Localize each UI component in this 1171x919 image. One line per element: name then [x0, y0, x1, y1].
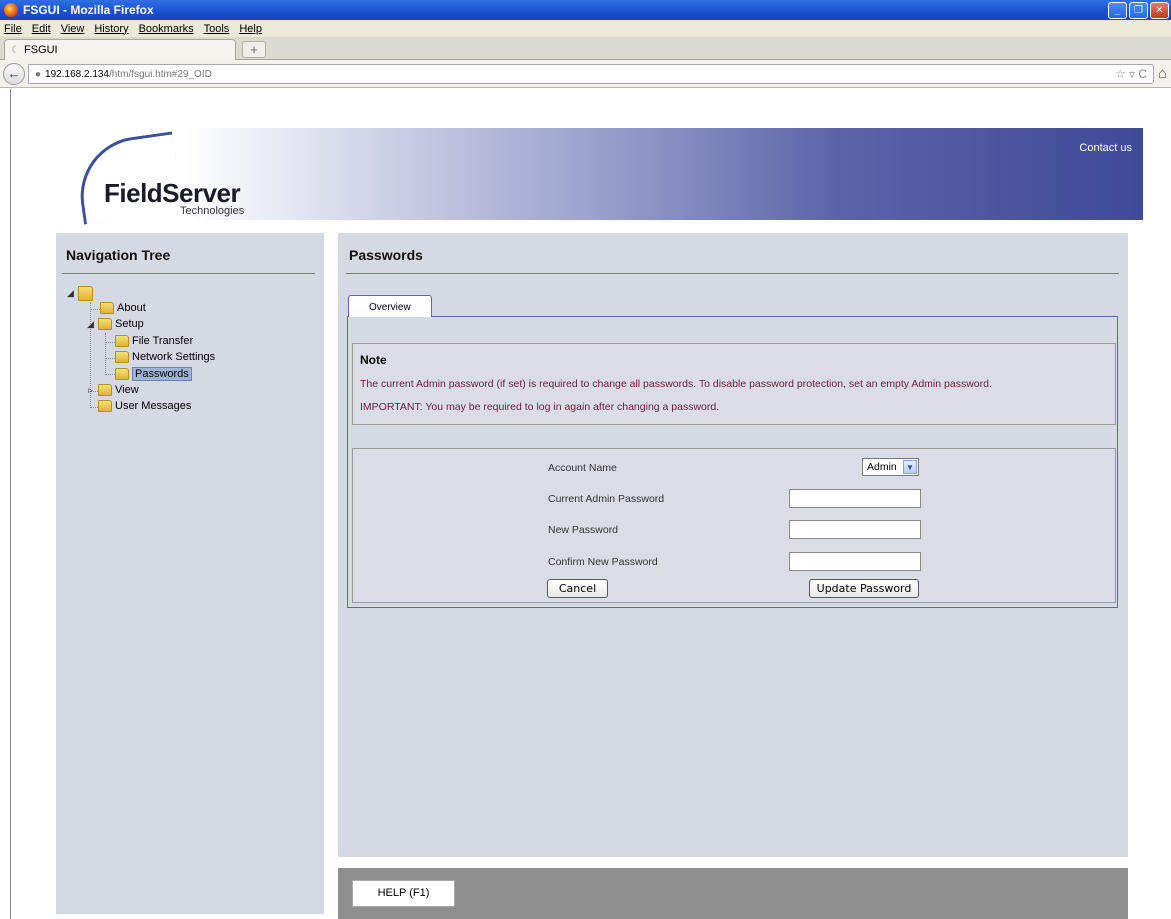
note-line-1: The current Admin password (if set) is r… [360, 378, 992, 390]
tree-root[interactable]: ◢ [66, 286, 93, 301]
menu-bar: File Edit View History Bookmarks Tools H… [0, 20, 1171, 37]
url-bar[interactable]: ● 192.168.2.134 /htm/fsgui.htm#29_OID ☆ … [28, 64, 1154, 84]
menu-tools[interactable]: Tools [204, 23, 230, 35]
tree-label-file-transfer: File Transfer [132, 335, 194, 347]
update-password-button[interactable]: Update Password [809, 579, 919, 598]
close-button[interactable]: ✕ [1150, 2, 1169, 19]
url-path: /htm/fsgui.htm#29_OID [109, 68, 212, 80]
folder-icon [100, 302, 114, 314]
new-password-input[interactable] [789, 520, 921, 539]
cancel-button[interactable]: Cancel [547, 579, 608, 598]
new-password-label: New Password [548, 524, 619, 536]
menu-view[interactable]: View [61, 23, 85, 35]
folder-icon [78, 286, 93, 301]
bookmark-star-icon[interactable]: ☆ ▿ C [1115, 67, 1147, 81]
tree-line [105, 333, 106, 375]
tab-strip: ☾ FSGUI + [0, 37, 1171, 60]
password-form [352, 448, 1116, 603]
expand-arrow-icon[interactable]: ▹ [86, 385, 95, 396]
note-box: Note The current Admin password (if set)… [352, 343, 1116, 425]
note-line-2: IMPORTANT: You may be required to log in… [360, 401, 720, 413]
contact-us-link[interactable]: Contact us [1079, 142, 1132, 154]
tree-label-network-settings: Network Settings [132, 351, 216, 363]
tree-item-file-transfer[interactable]: File Transfer [115, 335, 193, 347]
tree-label-about: About [117, 302, 146, 314]
restore-button[interactable]: ❐ [1129, 2, 1148, 19]
confirm-password-input[interactable] [789, 552, 921, 571]
tree-label-user-messages: User Messages [115, 400, 192, 412]
folder-icon [115, 351, 129, 363]
folder-icon [98, 318, 112, 330]
url-host: 192.168.2.134 [45, 68, 109, 80]
expand-arrow-icon[interactable]: ◢ [66, 288, 75, 299]
minimize-button[interactable]: _ [1108, 2, 1127, 19]
back-button[interactable]: ← [3, 63, 25, 85]
expand-arrow-icon[interactable]: ◢ [86, 319, 95, 330]
folder-icon [115, 335, 129, 347]
tab-loading-icon: ☾ [11, 44, 20, 56]
menu-edit[interactable]: Edit [32, 23, 51, 35]
help-bar [338, 868, 1128, 919]
tree-label-view: View [115, 384, 139, 396]
new-tab-button[interactable]: + [242, 41, 266, 58]
tree-item-user-messages[interactable]: User Messages [98, 400, 191, 412]
window-titlebar: FSGUI - Mozilla Firefox _ ❐ ✕ [0, 0, 1171, 20]
divider [346, 273, 1119, 274]
confirm-password-label: Confirm New Password [548, 556, 658, 568]
tab-overview[interactable]: Overview [348, 295, 432, 317]
tree-label-passwords: Passwords [132, 367, 192, 381]
tree-item-view[interactable]: ▹ View [86, 384, 139, 396]
account-name-value: Admin [867, 461, 897, 473]
note-heading: Note [360, 353, 387, 367]
tree-item-about[interactable]: About [100, 302, 146, 314]
current-password-label: Current Admin Password [548, 493, 665, 505]
tree-line [105, 374, 115, 375]
chevron-down-icon[interactable]: ▼ [903, 460, 917, 474]
menu-help[interactable]: Help [239, 23, 262, 35]
home-icon[interactable]: ⌂ [1158, 65, 1167, 82]
tab-title: FSGUI [23, 44, 58, 56]
tree-line [90, 407, 98, 408]
navigation-title: Navigation Tree [66, 247, 171, 263]
tree-label-setup: Setup [115, 318, 144, 330]
folder-icon [98, 400, 112, 412]
window-title: FSGUI - Mozilla Firefox [23, 3, 154, 17]
folder-icon [115, 368, 129, 380]
folder-icon [98, 384, 112, 396]
browser-tab[interactable]: ☾ FSGUI [4, 39, 236, 60]
menu-bookmarks[interactable]: Bookmarks [139, 23, 194, 35]
tree-item-network-settings[interactable]: Network Settings [115, 351, 215, 363]
tree-line [105, 358, 115, 359]
account-name-select[interactable]: Admin ▼ [862, 458, 919, 476]
firefox-logo-icon [4, 3, 18, 17]
current-password-input[interactable] [789, 489, 921, 508]
page-title: Passwords [349, 247, 423, 263]
tree-item-passwords[interactable]: Passwords [115, 367, 192, 381]
tree-line [105, 342, 115, 343]
tree-item-setup[interactable]: ◢ Setup [86, 318, 144, 330]
divider [62, 273, 315, 274]
account-name-label: Account Name [548, 462, 617, 474]
menu-file[interactable]: File [4, 23, 22, 35]
globe-icon: ● [35, 68, 42, 80]
menu-history[interactable]: History [94, 23, 128, 35]
brand-subtitle: Technologies [180, 205, 245, 217]
navigation-toolbar: ← ● 192.168.2.134 /htm/fsgui.htm#29_OID … [0, 60, 1171, 88]
help-button[interactable]: HELP (F1) [352, 880, 455, 907]
